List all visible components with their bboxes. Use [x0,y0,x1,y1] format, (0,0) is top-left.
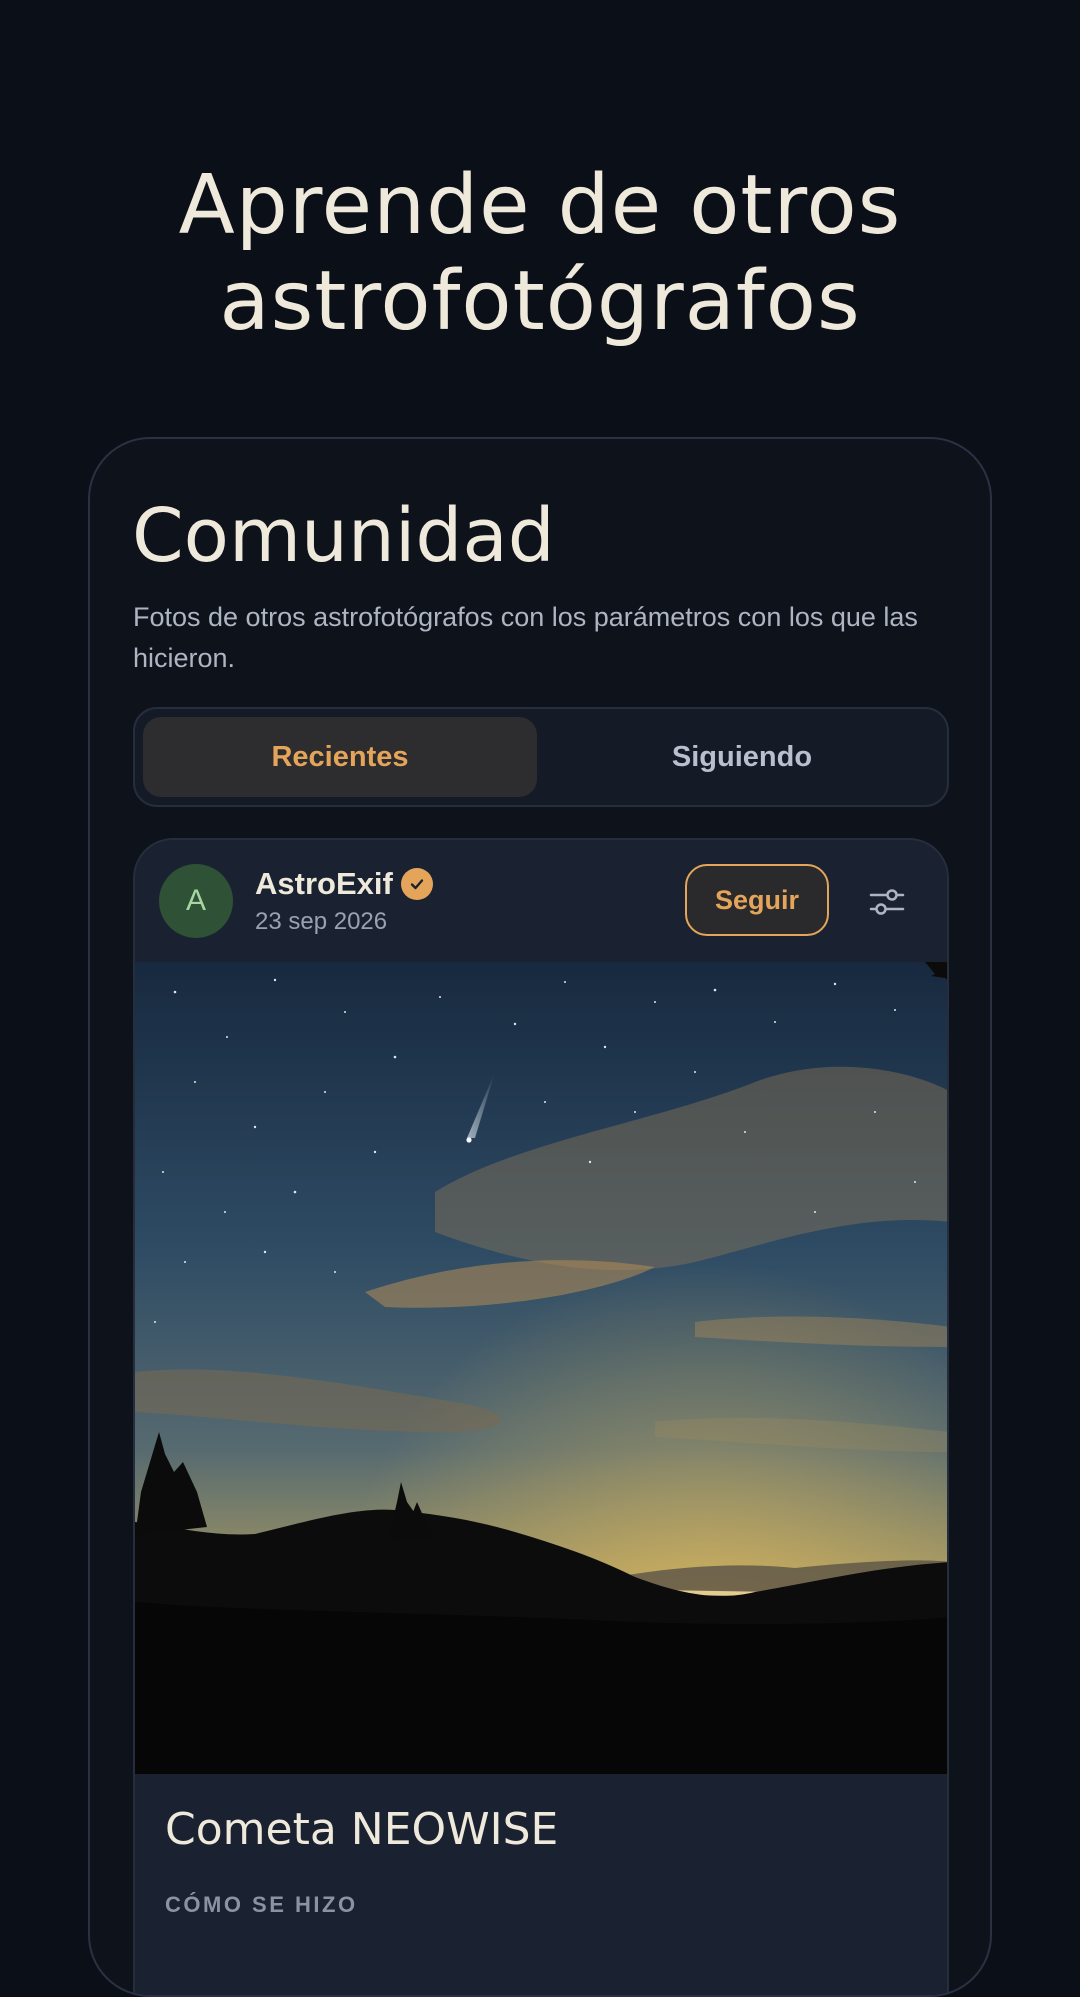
hero-title-line-2: astrofotógrafos [219,254,861,349]
screen-title: Comunidad [132,493,555,579]
post-date: 23 sep 2026 [255,908,388,935]
author-name[interactable]: AstroExif [255,866,393,902]
sliders-icon[interactable] [867,882,907,922]
post-card: A AstroExif 23 sep 2026 Seguir Cometa NE… [133,838,949,1995]
tab-recientes[interactable]: Recientes [143,717,537,797]
check-badge-icon [401,868,433,900]
how-it-was-made-label: CÓMO SE HIZO [165,1892,358,1917]
avatar[interactable]: A [159,864,233,938]
phone-frame: Comunidad Fotos de otros astrofotógrafos… [88,437,992,1997]
comet-landscape-image [135,962,947,1774]
hero-title-line-1: Aprende de otros [178,158,902,253]
post-photo[interactable] [135,962,947,1774]
tab-siguiendo[interactable]: Siguiendo [545,717,939,797]
post-header: A AstroExif 23 sep 2026 Seguir [135,840,947,962]
post-title: Cometa NEOWISE [165,1804,559,1855]
follow-button[interactable]: Seguir [685,864,829,936]
feed-tabs: Recientes Siguiendo [133,707,949,807]
hero-title: Aprende de otros astrofotógrafos [0,158,1080,350]
screen-subtitle: Fotos de otros astrofotógrafos con los p… [133,602,918,673]
